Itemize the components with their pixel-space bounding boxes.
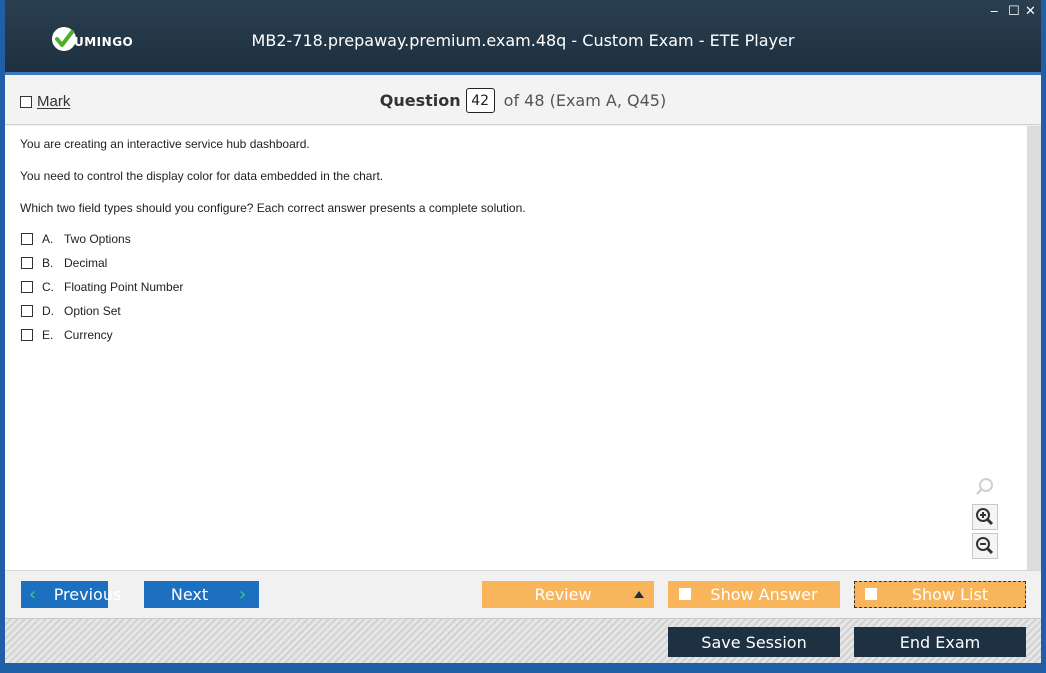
minimize-icon[interactable]: ‒ <box>990 5 998 19</box>
option-letter: B. <box>42 256 54 270</box>
option-text: Option Set <box>64 304 121 318</box>
option-text: Decimal <box>64 256 108 270</box>
answer-option-b[interactable]: B. Decimal <box>21 256 107 270</box>
show-list-button[interactable]: Show List <box>854 581 1026 608</box>
chevron-right-icon: › <box>239 584 247 605</box>
close-icon[interactable]: ✕ <box>1025 5 1036 19</box>
navigation-bar: ‹ Previous Next › Review Show Answer Sho… <box>5 570 1041 618</box>
question-header: Mark Question 42 of 48 (Exam A, Q45) <box>5 75 1041 125</box>
question-content: You are creating an interactive service … <box>5 126 1041 570</box>
option-text: Floating Point Number <box>64 280 184 294</box>
question-text-line: You need to control the display color fo… <box>20 169 384 183</box>
option-checkbox[interactable] <box>21 329 33 341</box>
question-label: Question <box>379 91 461 110</box>
answer-option-e[interactable]: E. Currency <box>21 328 113 342</box>
show-list-label: Show List <box>911 585 989 604</box>
option-checkbox[interactable] <box>21 281 33 293</box>
next-button[interactable]: Next › <box>144 581 259 608</box>
previous-label: Previous <box>53 585 122 604</box>
question-text-line: You are creating an interactive service … <box>20 137 310 151</box>
question-suffix: of 48 (Exam A, Q45) <box>503 91 667 110</box>
option-checkbox[interactable] <box>21 233 33 245</box>
question-text-line: Which two field types should you configu… <box>20 201 526 215</box>
app-window: UMINGO MB2-718.prepaway.premium.exam.48q… <box>5 0 1041 668</box>
review-button[interactable]: Review <box>482 581 654 608</box>
option-letter: C. <box>42 280 54 294</box>
question-number-input[interactable]: 42 <box>465 88 495 113</box>
answer-option-d[interactable]: D. Option Set <box>21 304 121 318</box>
save-session-button[interactable]: Save Session <box>668 627 840 657</box>
maximize-icon[interactable]: ☐ <box>1008 5 1020 19</box>
answer-option-a[interactable]: A. Two Options <box>21 232 131 246</box>
window-border-right <box>1041 0 1046 673</box>
answer-option-c[interactable]: C. Floating Point Number <box>21 280 183 294</box>
vertical-scrollbar[interactable] <box>1027 126 1041 570</box>
window-title: MB2-718.prepaway.premium.exam.48q - Cust… <box>251 31 795 50</box>
zoom-in-icon[interactable] <box>972 504 998 530</box>
chevron-left-icon: ‹ <box>29 584 37 605</box>
show-list-checkbox[interactable] <box>865 588 877 600</box>
title-bar: UMINGO MB2-718.prepaway.premium.exam.48q… <box>5 0 1041 75</box>
option-checkbox[interactable] <box>21 257 33 269</box>
end-exam-button[interactable]: End Exam <box>854 627 1026 657</box>
bottom-accent-line <box>5 663 1041 668</box>
window-border-bottom <box>0 668 1046 673</box>
review-label: Review <box>534 585 592 604</box>
show-answer-checkbox[interactable] <box>679 588 691 600</box>
magnifier-icon <box>972 474 998 500</box>
show-answer-label: Show Answer <box>710 585 818 604</box>
next-label: Next <box>170 585 209 604</box>
option-letter: D. <box>42 304 54 318</box>
option-letter: E. <box>42 328 54 342</box>
zoom-out-icon[interactable] <box>972 533 998 559</box>
footer-bar: Save Session End Exam <box>5 618 1041 663</box>
option-text: Two Options <box>64 232 131 246</box>
question-counter: Question 42 of 48 (Exam A, Q45) <box>5 88 1041 113</box>
triangle-up-icon <box>634 591 644 598</box>
option-checkbox[interactable] <box>21 305 33 317</box>
option-letter: A. <box>42 232 54 246</box>
show-answer-button[interactable]: Show Answer <box>668 581 840 608</box>
option-text: Currency <box>64 328 113 342</box>
previous-button[interactable]: ‹ Previous <box>21 581 121 608</box>
